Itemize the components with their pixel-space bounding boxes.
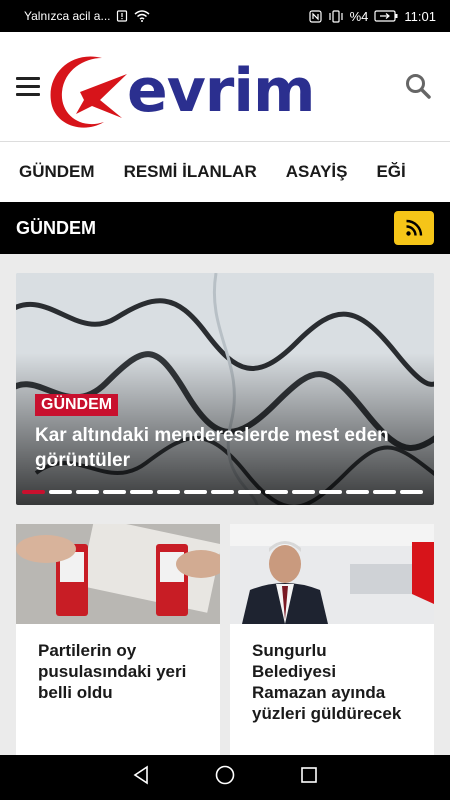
nav-item-resmi-ilanlar[interactable]: RESMİ İLANLAR xyxy=(124,162,257,182)
slider-dot[interactable] xyxy=(400,490,423,494)
site-header: evrim xyxy=(0,32,450,142)
battery-percent: %4 xyxy=(349,8,369,24)
home-icon[interactable] xyxy=(214,764,236,791)
battery-icon xyxy=(374,10,398,22)
slider-dot[interactable] xyxy=(130,490,153,494)
slider-headline[interactable]: Kar altındaki menderes­lerde mest eden g… xyxy=(35,423,405,473)
slider-dot[interactable] xyxy=(76,490,99,494)
section-title: GÜNDEM xyxy=(16,217,96,238)
category-badge[interactable]: GÜNDEM xyxy=(35,394,119,416)
site-logo[interactable]: evrim xyxy=(40,48,380,132)
news-card[interactable]: Sungurlu Belediyesi Ramazan ayında yüzle… xyxy=(230,524,434,756)
search-icon[interactable] xyxy=(404,72,432,100)
carrier-text: Yalnızca acil a... xyxy=(24,9,111,23)
section-header: GÜNDEM xyxy=(0,202,450,254)
slider-dot[interactable] xyxy=(184,490,207,494)
system-nav-bar xyxy=(0,755,450,800)
slider-dot[interactable] xyxy=(292,490,315,494)
vibrate-icon xyxy=(328,9,344,23)
slider-dot[interactable] xyxy=(373,490,396,494)
rss-button[interactable] xyxy=(394,211,434,245)
card-title: Sungurlu Belediyesi Ramazan ayında yüzle… xyxy=(252,641,402,723)
slider-dot[interactable] xyxy=(22,490,45,494)
slider-dot[interactable] xyxy=(211,490,234,494)
card-image xyxy=(16,524,220,624)
category-nav: GÜNDEM RESMİ İLANLAR ASAYİŞ EĞİ xyxy=(0,142,450,202)
slider-dot[interactable] xyxy=(346,490,369,494)
wifi-icon xyxy=(134,10,150,22)
status-bar: Yalnızca acil a... %4 11:01 xyxy=(0,0,450,32)
nfc-icon xyxy=(309,9,322,23)
slider-pagination xyxy=(22,490,423,494)
slider-dot[interactable] xyxy=(157,490,180,494)
logo-crescent-icon xyxy=(50,56,127,128)
slider-dot[interactable] xyxy=(265,490,288,494)
clock: 11:01 xyxy=(404,8,436,24)
hamburger-icon[interactable] xyxy=(16,77,40,97)
nav-item-egitim[interactable]: EĞİ xyxy=(376,162,405,182)
nav-item-asayis[interactable]: ASAYİŞ xyxy=(286,162,348,182)
card-image xyxy=(230,524,434,624)
slider-dot[interactable] xyxy=(103,490,126,494)
rss-icon xyxy=(406,219,423,236)
nav-item-gundem[interactable]: GÜNDEM xyxy=(19,162,95,182)
recents-icon[interactable] xyxy=(299,765,319,790)
slider-dot[interactable] xyxy=(238,490,261,494)
slider-dot[interactable] xyxy=(319,490,342,494)
card-title: Partilerin oy pusulasındaki yeri belli o… xyxy=(38,641,187,702)
slider-dot[interactable] xyxy=(49,490,72,494)
news-card[interactable]: Partilerin oy pusulasındaki yeri belli o… xyxy=(16,524,220,756)
sim-alert-icon xyxy=(116,10,128,22)
logo-text: evrim xyxy=(127,56,315,126)
back-icon[interactable] xyxy=(131,765,151,790)
featured-slider[interactable]: GÜNDEM Kar altındaki menderes­lerde mest… xyxy=(16,273,434,505)
